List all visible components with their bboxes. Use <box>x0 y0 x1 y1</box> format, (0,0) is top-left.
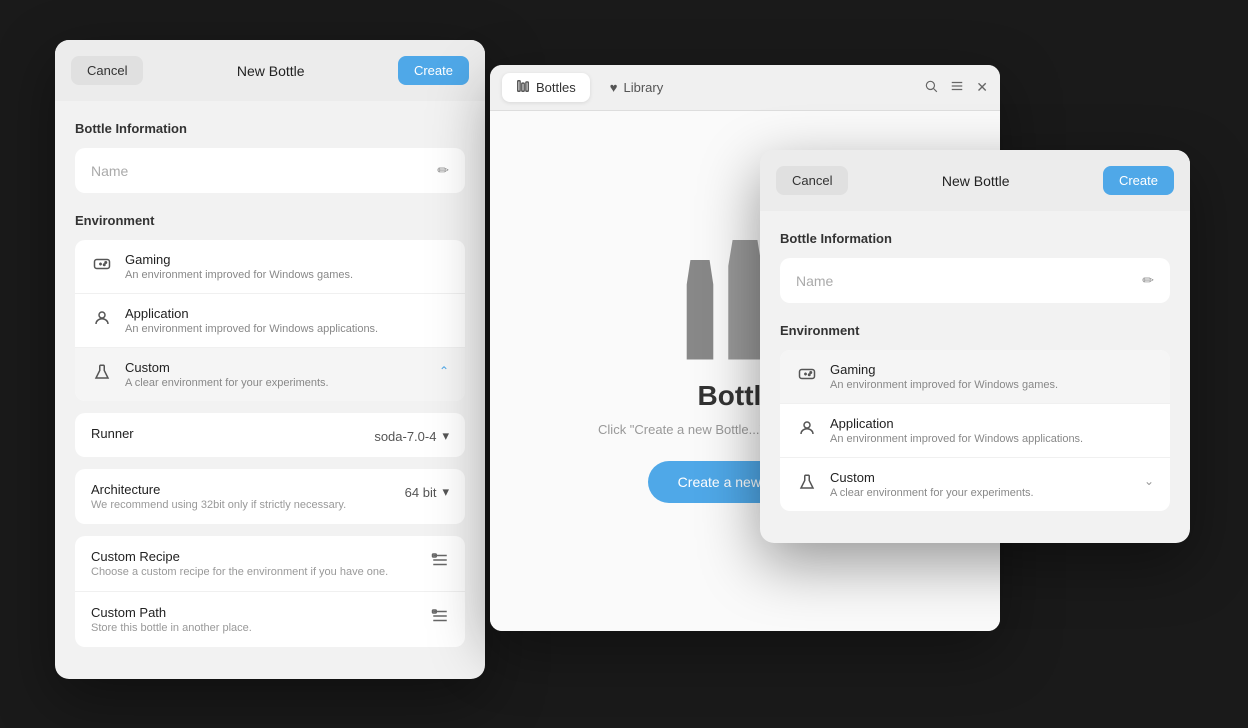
right-pencil-icon: ✏ <box>1142 272 1154 289</box>
right-application-name: Application <box>830 416 1083 431</box>
right-env-custom[interactable]: Custom A clear environment for your expe… <box>780 458 1170 511</box>
chevron-down-icon: ⌄ <box>1144 474 1154 488</box>
left-gaming-text: Gaming An environment improved for Windo… <box>125 252 353 281</box>
left-name-placeholder: Name <box>91 163 128 179</box>
menu-icon[interactable] <box>950 79 964 96</box>
left-custom-name: Custom <box>125 360 329 375</box>
tab-bottles-label: Bottles <box>536 80 576 95</box>
left-arch-sublabel: We recommend using 32bit only if strictl… <box>91 499 346 511</box>
right-dialog-title: New Bottle <box>942 173 1010 189</box>
arch-dropdown-icon: ▾ <box>442 484 449 500</box>
left-env-application[interactable]: Application An environment improved for … <box>75 294 465 348</box>
right-dialog-header: Cancel New Bottle Create <box>760 150 1190 211</box>
left-gaming-desc: An environment improved for Windows game… <box>125 269 353 281</box>
left-custom-text: Custom A clear environment for your expe… <box>125 360 329 389</box>
right-create-button[interactable]: Create <box>1103 166 1174 195</box>
dropdown-arrow-icon: ▾ <box>442 428 449 444</box>
tab-bottles[interactable]: Bottles <box>502 73 590 102</box>
left-runner-label: Runner <box>91 426 134 441</box>
heart-icon: ♥ <box>610 80 618 95</box>
left-dialog: Cancel New Bottle Create Bottle Informat… <box>55 40 485 679</box>
left-path-icon <box>431 607 449 625</box>
left-application-name: Application <box>125 306 378 321</box>
left-bottle-info-title: Bottle Information <box>75 121 465 136</box>
chevron-up-icon: ⌃ <box>439 364 449 378</box>
right-name-input-container[interactable]: Name ✏ <box>780 258 1170 303</box>
left-arch-label: Architecture <box>91 482 346 497</box>
left-recipe-sublabel: Choose a custom recipe for the environme… <box>91 566 388 578</box>
right-gaming-desc: An environment improved for Windows game… <box>830 379 1058 391</box>
left-environment-title: Environment <box>75 213 465 228</box>
right-environment-title: Environment <box>780 323 1170 338</box>
right-application-text: Application An environment improved for … <box>830 416 1083 445</box>
flask-icon <box>91 361 113 383</box>
left-dialog-body: Bottle Information Name ✏ Environment <box>55 101 485 679</box>
left-runner-value: soda-7.0-4 ▾ <box>374 428 449 444</box>
pencil-icon: ✏ <box>437 162 449 179</box>
left-environment-box: Gaming An environment improved for Windo… <box>75 240 465 401</box>
left-extras-box: Custom Recipe Choose a custom recipe for… <box>75 536 465 647</box>
left-recipe-icon <box>431 551 449 569</box>
right-gaming-text: Gaming An environment improved for Windo… <box>830 362 1058 391</box>
left-arch-row[interactable]: Architecture We recommend using 32bit on… <box>75 469 465 524</box>
left-create-button[interactable]: Create <box>398 56 469 85</box>
left-name-input-container[interactable]: Name ✏ <box>75 148 465 193</box>
right-flask-icon <box>796 471 818 493</box>
left-env-custom[interactable]: Custom A clear environment for your expe… <box>75 348 465 401</box>
left-path-row[interactable]: Custom Path Store this bottle in another… <box>75 592 465 647</box>
right-env-application[interactable]: Application An environment improved for … <box>780 404 1170 458</box>
right-cancel-button[interactable]: Cancel <box>776 166 848 195</box>
titlebar: Bottles ♥ Library ✕ <box>490 65 1000 111</box>
right-bottle-info-title: Bottle Information <box>780 231 1170 246</box>
left-custom-desc: A clear environment for your experiments… <box>125 377 329 389</box>
bottle-left <box>681 260 719 360</box>
left-path-sublabel: Store this bottle in another place. <box>91 622 252 634</box>
left-arch-box: Architecture We recommend using 32bit on… <box>75 469 465 524</box>
right-gaming-name: Gaming <box>830 362 1058 377</box>
titlebar-actions: ✕ <box>924 79 988 96</box>
right-gamepad-icon <box>796 363 818 385</box>
right-custom-desc: A clear environment for your experiments… <box>830 487 1034 499</box>
app-icon <box>91 307 113 329</box>
search-icon[interactable] <box>924 79 938 96</box>
left-runner-row[interactable]: Runner soda-7.0-4 ▾ <box>75 413 465 457</box>
left-dialog-title: New Bottle <box>237 63 305 79</box>
left-gaming-name: Gaming <box>125 252 353 267</box>
right-app-icon <box>796 417 818 439</box>
left-runner-box: Runner soda-7.0-4 ▾ <box>75 413 465 457</box>
left-application-desc: An environment improved for Windows appl… <box>125 323 378 335</box>
left-recipe-label: Custom Recipe <box>91 549 388 564</box>
right-application-desc: An environment improved for Windows appl… <box>830 433 1083 445</box>
close-icon[interactable]: ✕ <box>976 79 988 96</box>
gamepad-icon <box>91 253 113 275</box>
left-path-label: Custom Path <box>91 605 252 620</box>
left-arch-value: 64 bit ▾ <box>405 484 449 500</box>
tab-library[interactable]: ♥ Library <box>596 74 677 101</box>
right-dialog: Cancel New Bottle Create Bottle Informat… <box>760 150 1190 543</box>
right-dialog-body: Bottle Information Name ✏ Environment <box>760 211 1190 543</box>
bottles-tab-icon <box>516 79 530 96</box>
right-environment-box: Gaming An environment improved for Windo… <box>780 350 1170 511</box>
left-application-text: Application An environment improved for … <box>125 306 378 335</box>
left-env-gaming[interactable]: Gaming An environment improved for Windo… <box>75 240 465 294</box>
left-cancel-button[interactable]: Cancel <box>71 56 143 85</box>
right-env-gaming[interactable]: Gaming An environment improved for Windo… <box>780 350 1170 404</box>
right-custom-text: Custom A clear environment for your expe… <box>830 470 1034 499</box>
tab-library-label: Library <box>623 80 663 95</box>
right-custom-name: Custom <box>830 470 1034 485</box>
right-name-placeholder: Name <box>796 273 833 289</box>
left-dialog-header: Cancel New Bottle Create <box>55 40 485 101</box>
left-recipe-row[interactable]: Custom Recipe Choose a custom recipe for… <box>75 536 465 592</box>
